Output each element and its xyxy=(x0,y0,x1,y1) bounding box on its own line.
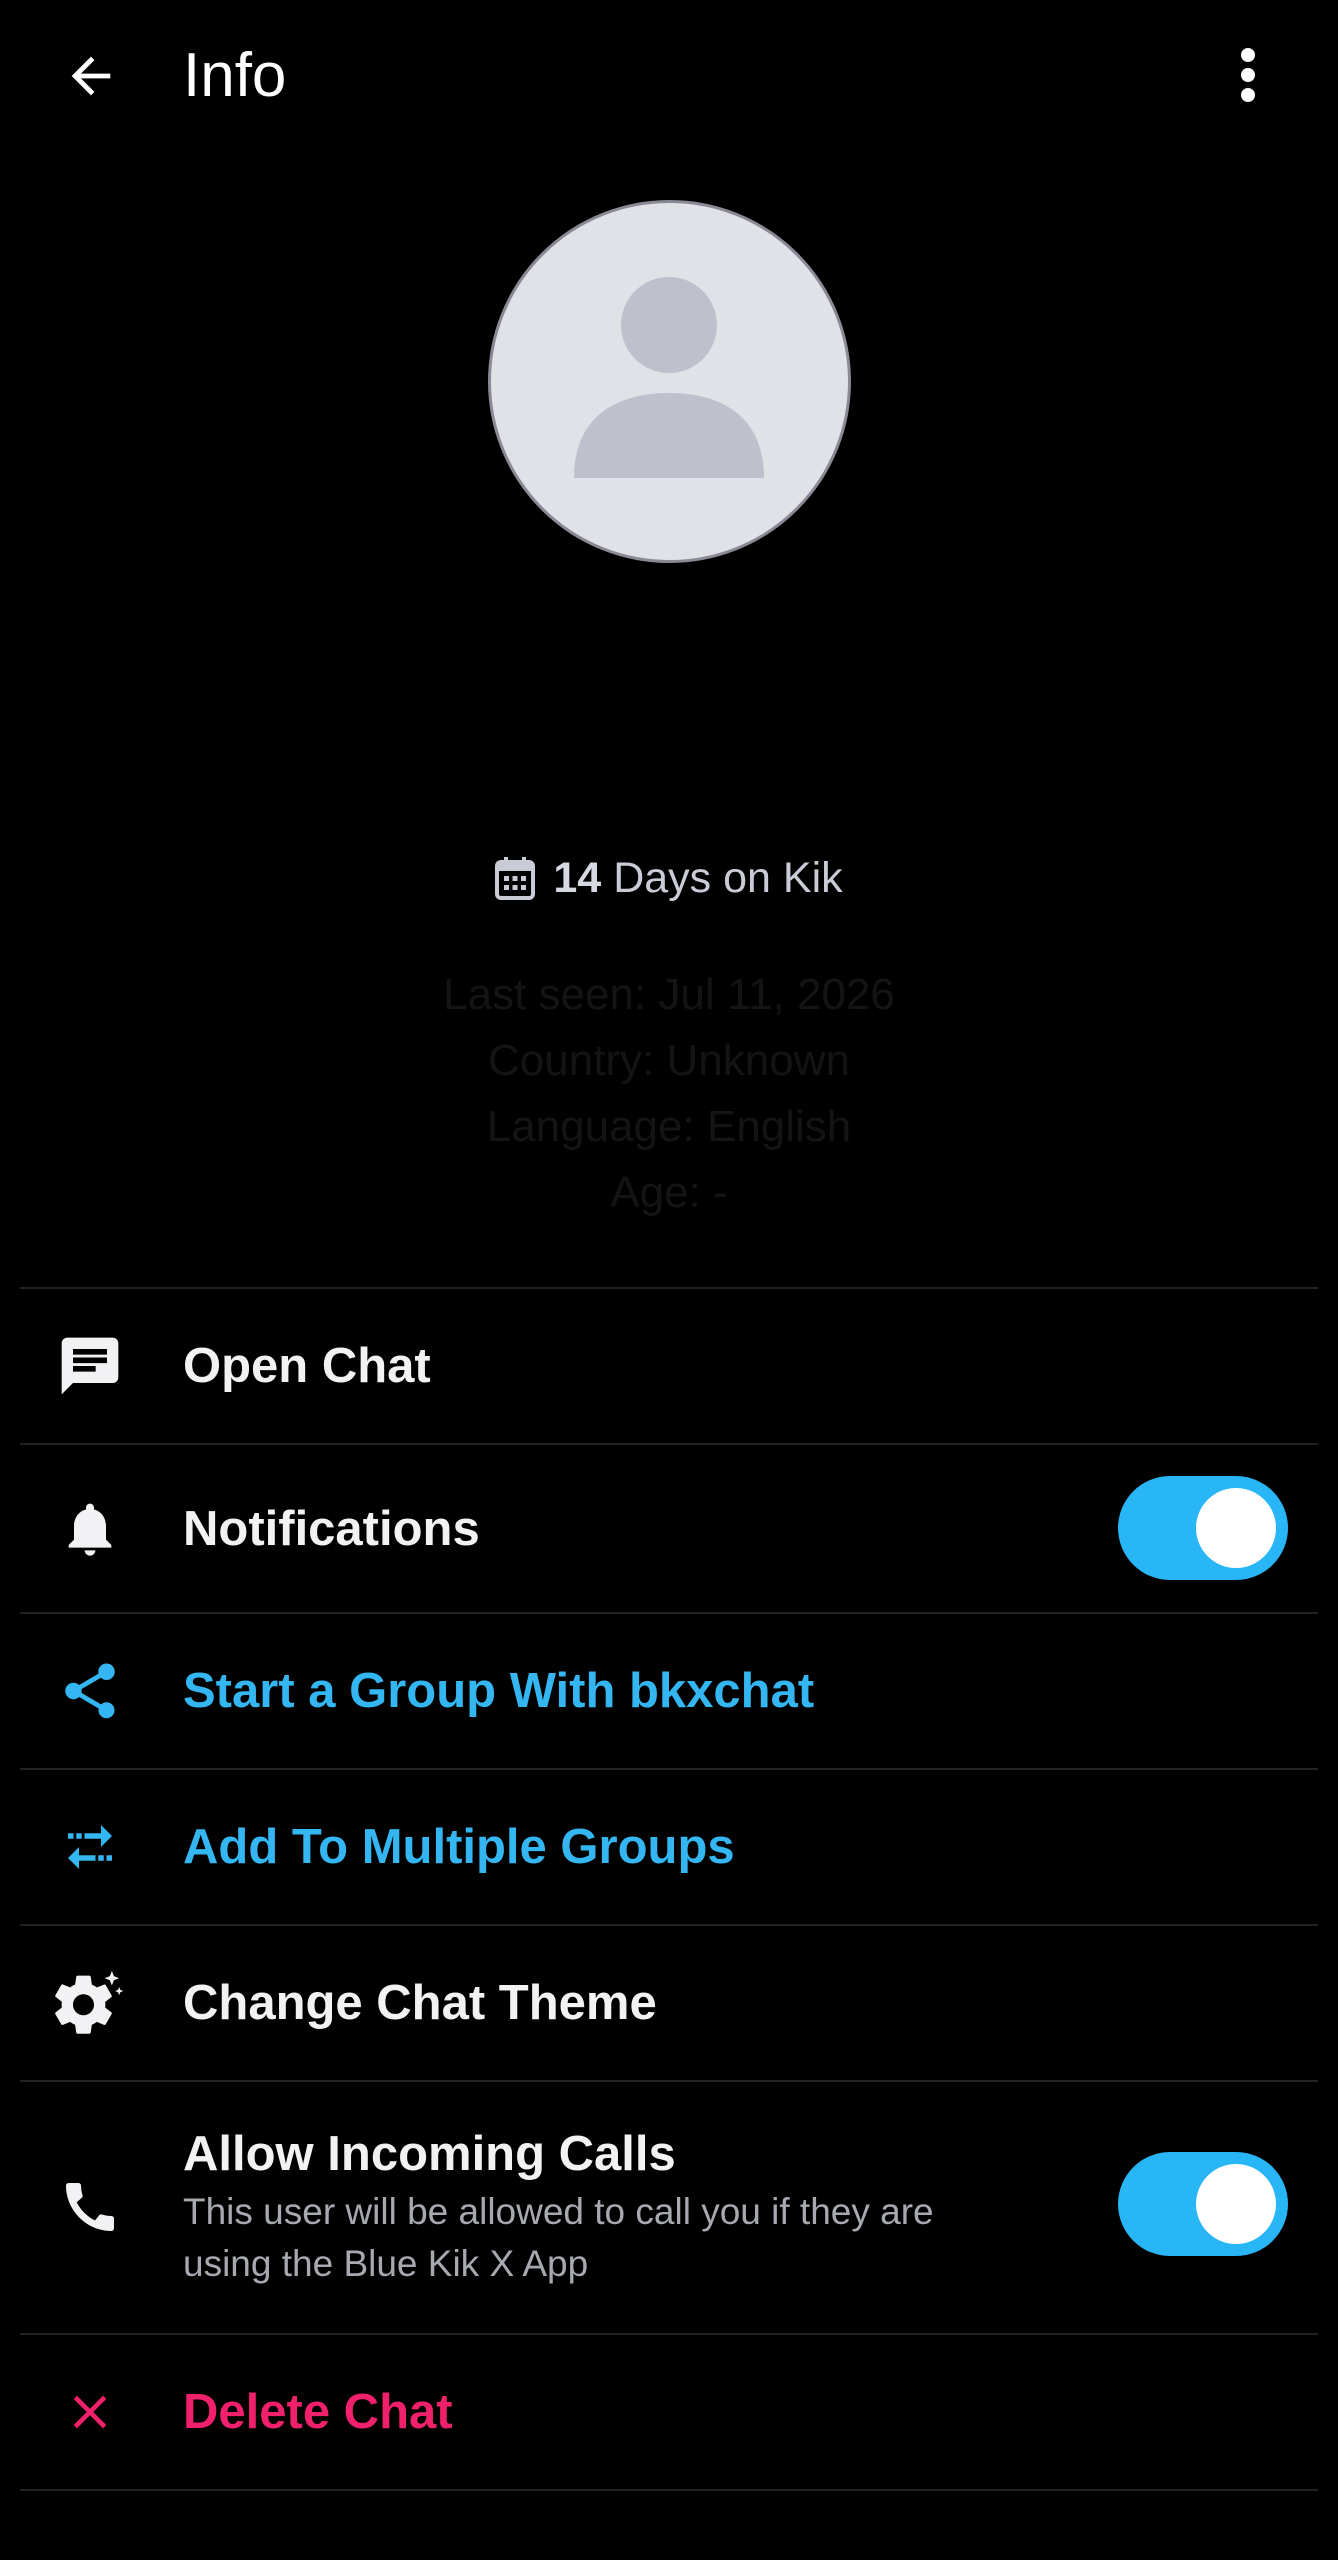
swap-arrows-icon xyxy=(50,1807,130,1887)
change-chat-theme-row[interactable]: Change Chat Theme xyxy=(20,1926,1318,2080)
profile-details: Last seen: Jul 11, 2026 Country: Unknown… xyxy=(0,962,1338,1226)
days-label: Days on Kik xyxy=(613,853,843,902)
arrow-left-icon xyxy=(71,56,111,96)
add-multiple-groups-label: Add To Multiple Groups xyxy=(183,1820,735,1874)
allow-incoming-calls-row[interactable]: Allow Incoming Calls This user will be a… xyxy=(20,2082,1318,2333)
notifications-row[interactable]: Notifications xyxy=(20,1445,1318,1612)
phone-icon xyxy=(50,2167,130,2247)
delete-chat-row[interactable]: Delete Chat xyxy=(20,2335,1318,2489)
app-bar: Info xyxy=(0,0,1338,152)
country-text: Country: Unknown xyxy=(488,1036,850,1085)
description-line: using the Blue Kik X App xyxy=(183,2243,589,2284)
more-vert-icon xyxy=(1241,48,1255,102)
open-chat-row[interactable]: Open Chat xyxy=(20,1289,1318,1443)
days-count: 14 xyxy=(553,853,602,902)
delete-chat-label: Delete Chat xyxy=(183,2385,453,2439)
share-icon xyxy=(50,1651,130,1731)
toggle-knob xyxy=(1196,2164,1276,2244)
allow-incoming-calls-label: Allow Incoming Calls xyxy=(183,2127,676,2181)
actions-menu: Open Chat Notifications Start a Group Wi… xyxy=(20,1287,1318,2491)
age-text: Age: - xyxy=(610,1168,728,1217)
days-on-kik: 14 Days on Kik xyxy=(0,848,1338,908)
start-group-row[interactable]: Start a Group With bkxchat xyxy=(20,1614,1318,1768)
bell-icon xyxy=(50,1489,130,1569)
notifications-label: Notifications xyxy=(183,1501,480,1556)
more-options-button[interactable] xyxy=(1208,30,1288,120)
calendar-icon xyxy=(495,856,536,900)
chat-icon xyxy=(50,1326,130,1406)
back-button[interactable] xyxy=(46,36,136,116)
divider xyxy=(20,2489,1318,2491)
language-text: Language: English xyxy=(486,1102,852,1151)
add-multiple-groups-row[interactable]: Add To Multiple Groups xyxy=(20,1770,1318,1924)
person-placeholder-icon xyxy=(574,277,764,478)
change-chat-theme-label: Change Chat Theme xyxy=(183,1976,657,2030)
open-chat-label: Open Chat xyxy=(183,1339,431,1393)
description-line: This user will be allowed to call you if… xyxy=(183,2191,934,2232)
toggle-knob xyxy=(1196,1488,1276,1568)
gear-sparkle-icon xyxy=(50,1963,130,2043)
last-seen-text: Last seen: Jul 11, 2026 xyxy=(443,970,895,1019)
page-title: Info xyxy=(183,41,287,110)
start-group-label: Start a Group With bkxchat xyxy=(183,1664,815,1718)
incoming-calls-toggle[interactable] xyxy=(1118,2152,1288,2256)
close-icon xyxy=(50,2372,130,2452)
notifications-toggle[interactable] xyxy=(1118,1476,1288,1580)
avatar[interactable] xyxy=(488,200,851,563)
allow-incoming-calls-description: This user will be allowed to call you if… xyxy=(183,2186,1043,2290)
